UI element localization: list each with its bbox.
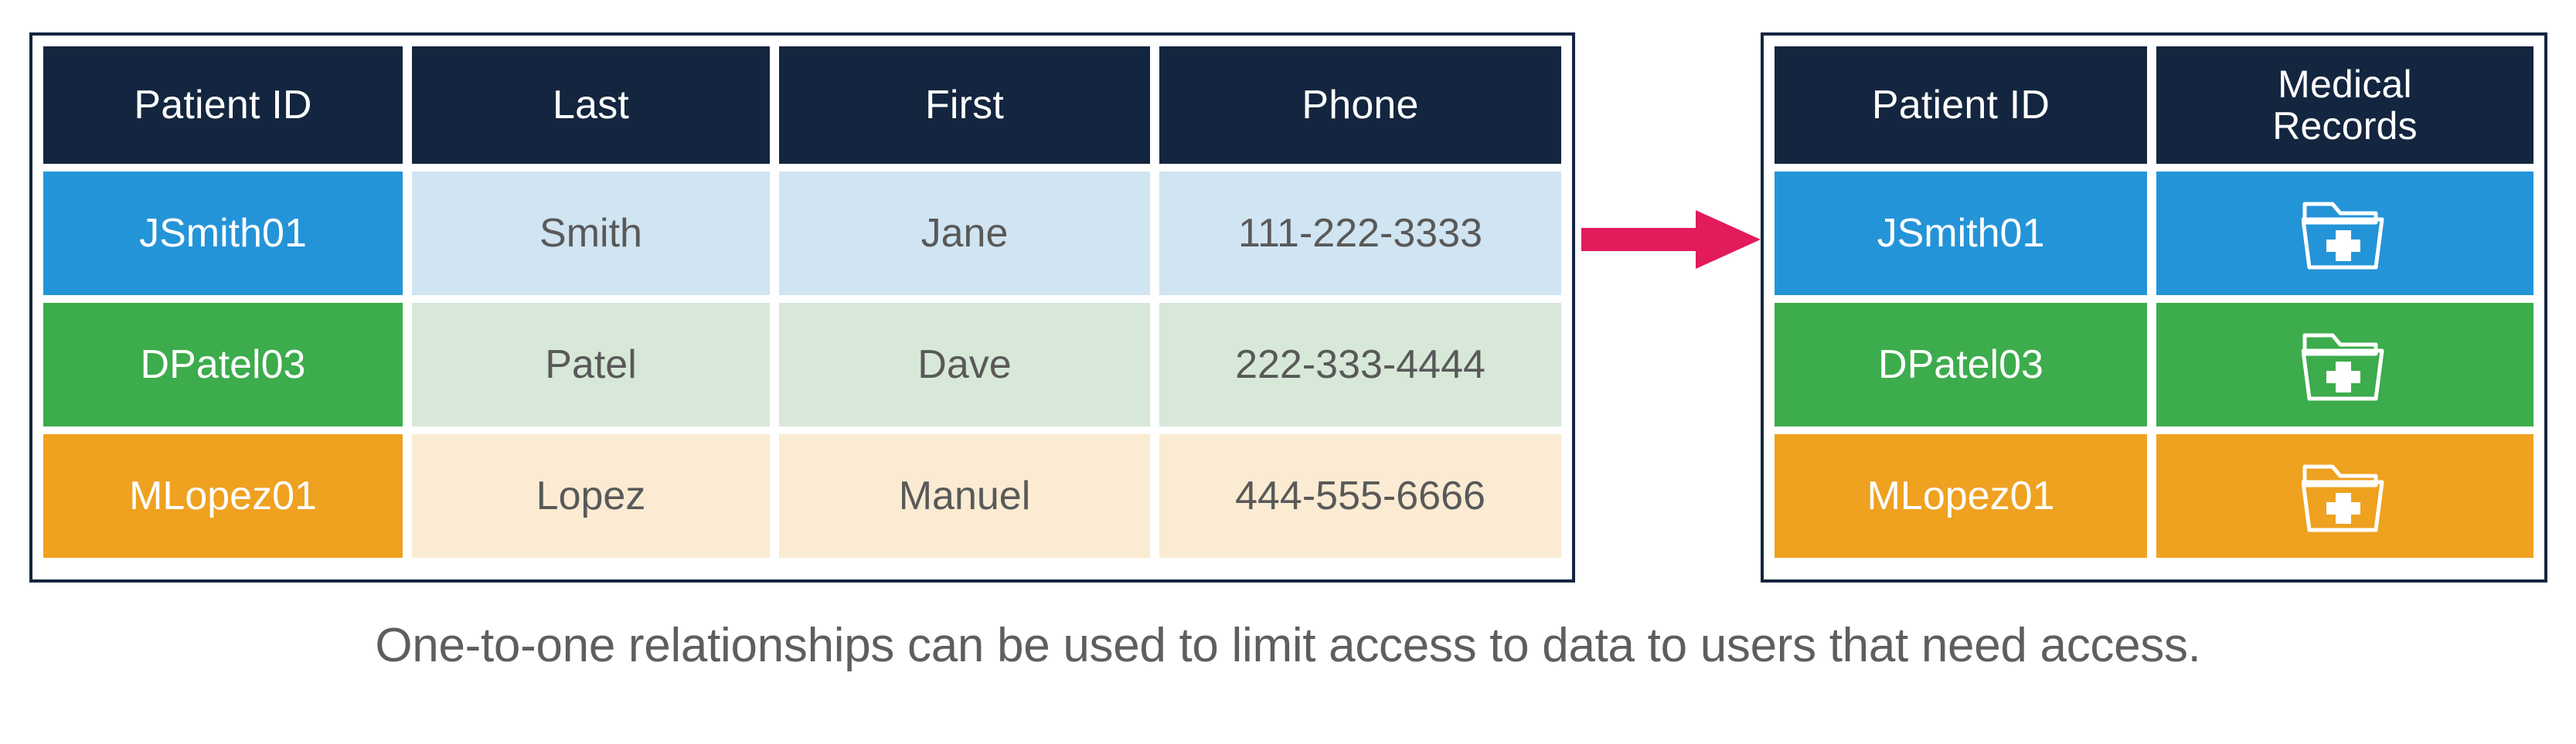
header-patient-id: Patient ID (43, 46, 403, 164)
header-medical-records: Medical Records (2156, 46, 2533, 164)
cell-last: Patel (412, 303, 770, 426)
cell-patient-id: MLopez01 (1775, 434, 2147, 558)
records-table-header-row: Patient ID Medical Records (1775, 46, 2533, 164)
diagram-canvas: Patient ID Last First Phone JSmith01 Smi… (0, 0, 2576, 744)
patient-table-header-row: Patient ID Last First Phone (43, 46, 1561, 164)
patient-table: Patient ID Last First Phone JSmith01 Smi… (29, 32, 1575, 583)
cell-patient-id: DPatel03 (43, 303, 403, 426)
medical-folder-icon (2302, 464, 2384, 532)
table-row: DPatel03 (1775, 303, 2533, 426)
right-arrow-icon (1581, 210, 1761, 269)
cell-first: Dave (779, 303, 1150, 426)
cell-patient-id: MLopez01 (43, 434, 403, 558)
header-last: Last (412, 46, 770, 164)
header-phone: Phone (1159, 46, 1561, 164)
cell-first: Jane (779, 172, 1150, 295)
cell-phone: 444-555-6666 (1159, 434, 1561, 558)
cell-patient-id: JSmith01 (43, 172, 403, 295)
cell-last: Lopez (412, 434, 770, 558)
header-medical-records-line2: Records (2272, 104, 2418, 148)
cell-medical-records (2156, 434, 2533, 558)
cell-medical-records (2156, 172, 2533, 295)
table-row: DPatel03 Patel Dave 222-333-4444 (43, 303, 1561, 426)
cell-first: Manuel (779, 434, 1150, 558)
cell-phone: 222-333-4444 (1159, 303, 1561, 426)
header-patient-id: Patient ID (1775, 46, 2147, 164)
cell-patient-id: DPatel03 (1775, 303, 2147, 426)
table-row: MLopez01 Lopez Manuel 444-555-6666 (43, 434, 1561, 558)
table-row: MLopez01 (1775, 434, 2533, 558)
table-row: JSmith01 (1775, 172, 2533, 295)
cell-medical-records (2156, 303, 2533, 426)
cell-last: Smith (412, 172, 770, 295)
header-medical-records-line1: Medical (2278, 63, 2412, 106)
table-row: JSmith01 Smith Jane 111-222-3333 (43, 172, 1561, 295)
header-first: First (779, 46, 1150, 164)
medical-folder-icon (2302, 202, 2384, 270)
medical-folder-icon (2302, 333, 2384, 401)
cell-phone: 111-222-3333 (1159, 172, 1561, 295)
diagram-caption: One-to-one relationships can be used to … (375, 619, 2201, 672)
cell-patient-id: JSmith01 (1775, 172, 2147, 295)
medical-records-table: Patient ID Medical Records JSmith01 DPat… (1761, 32, 2547, 583)
